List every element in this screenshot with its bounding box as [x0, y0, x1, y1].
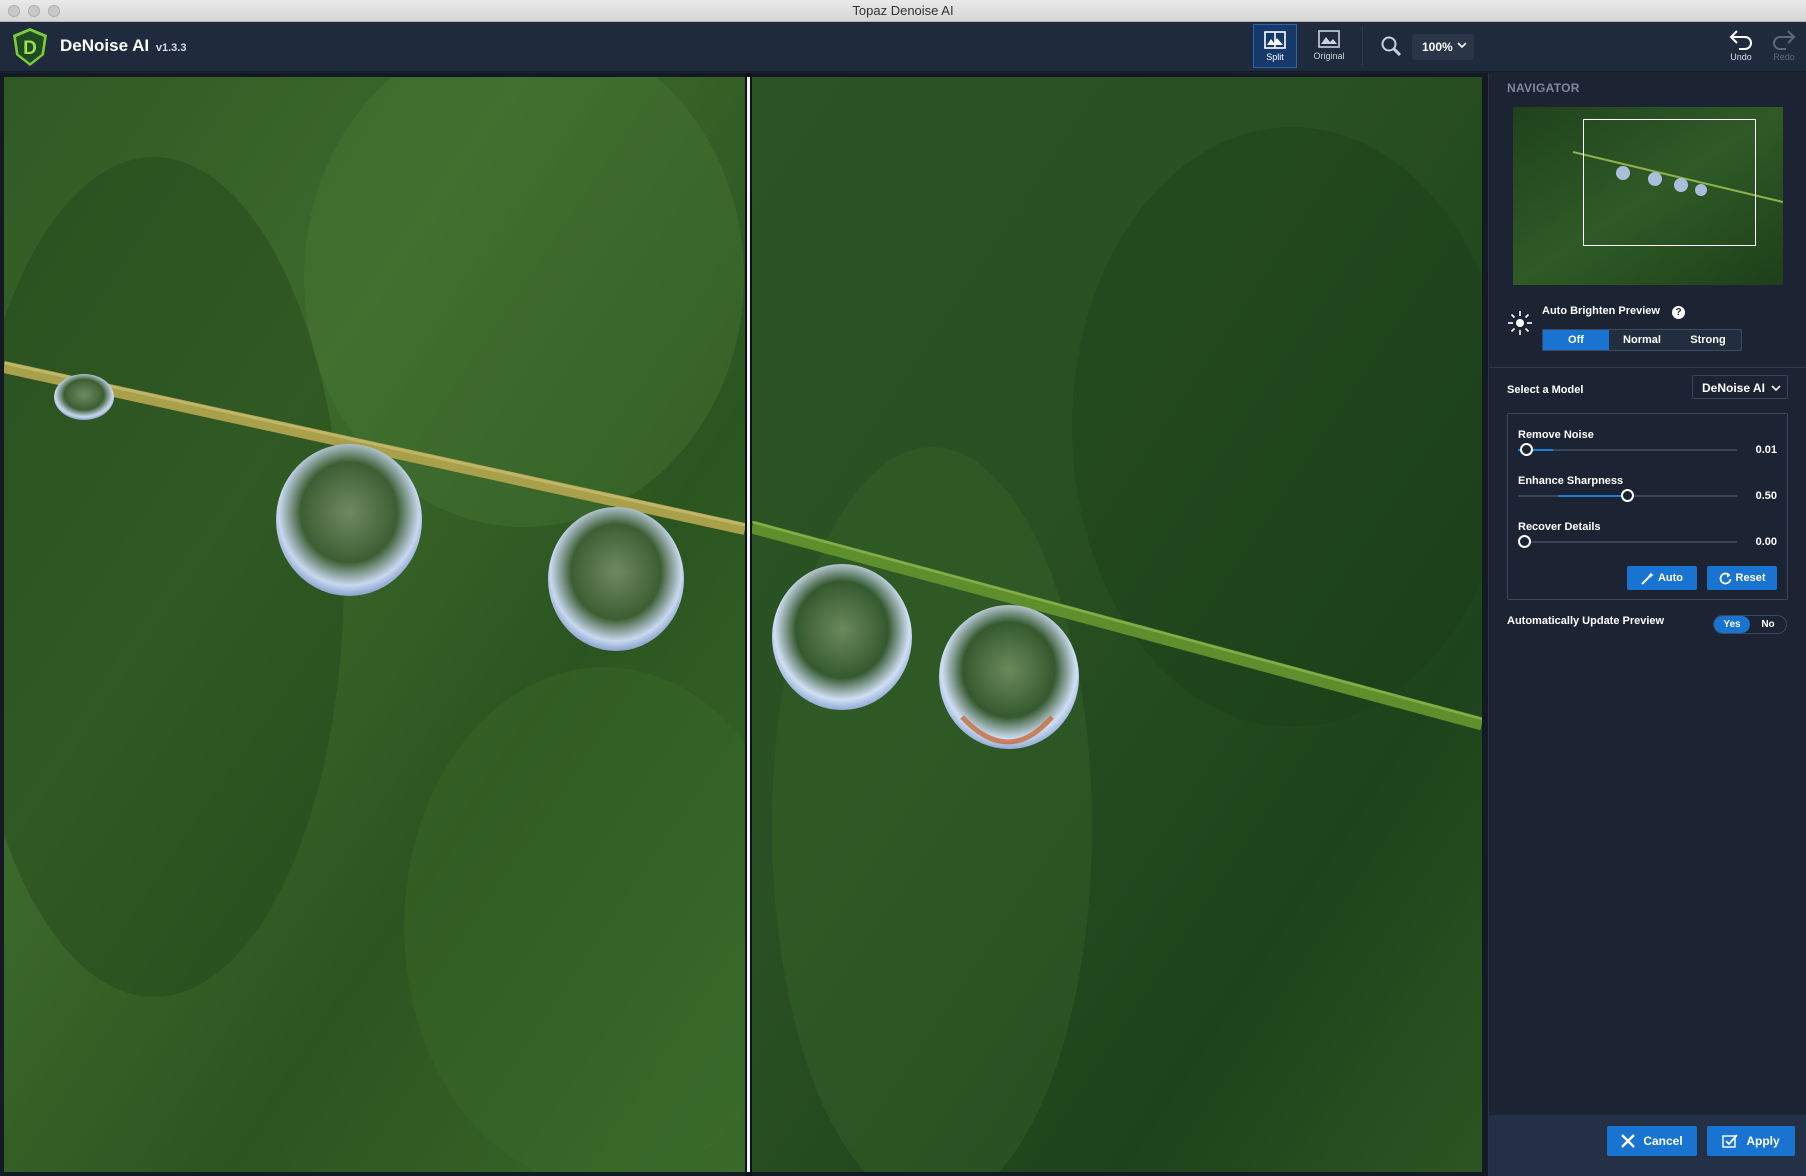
select-model-label: Select a Model [1507, 384, 1584, 396]
redo-label: Redo [1773, 52, 1795, 62]
auto-update-no-option[interactable]: No [1750, 616, 1786, 633]
undo-button[interactable]: Undo [1723, 26, 1759, 68]
split-divider-handle[interactable] [745, 73, 752, 1176]
app-title: DeNoise AI [60, 36, 150, 55]
svg-text:D: D [23, 38, 37, 59]
reset-icon [1719, 572, 1731, 584]
original-view-icon [1318, 30, 1340, 48]
auto-brighten-off-option[interactable]: Off [1543, 330, 1609, 350]
zoom-level-select[interactable]: 100% [1412, 34, 1474, 60]
auto-button[interactable]: Auto [1627, 566, 1697, 590]
reset-button-label: Reset [1735, 572, 1766, 584]
cancel-button[interactable]: Cancel [1607, 1126, 1697, 1156]
undo-icon [1729, 30, 1752, 50]
model-settings-box: Remove Noise 0.01 Enhance Sharpness 0.50… [1507, 413, 1788, 600]
enhance-sharpness-label: Enhance Sharpness [1518, 475, 1624, 487]
navigator-title: NAVIGATOR [1507, 81, 1580, 95]
split-view-label: Split [1266, 52, 1284, 62]
remove-noise-slider-thumb[interactable] [1520, 443, 1533, 456]
recover-details-slider-thumb[interactable] [1518, 535, 1531, 548]
undo-label: Undo [1730, 52, 1752, 62]
apply-button-label: Apply [1746, 1134, 1780, 1148]
zoom-level-value: 100% [1422, 40, 1453, 54]
cancel-button-label: Cancel [1643, 1134, 1683, 1148]
apply-icon [1722, 1134, 1739, 1148]
split-view-icon [1264, 31, 1286, 49]
navigator-viewport-rect[interactable] [1583, 119, 1756, 246]
denoise-logo-icon: D [13, 28, 47, 66]
enhance-sharpness-value: 0.50 [1755, 490, 1777, 502]
split-view-button[interactable]: Split [1253, 24, 1297, 68]
original-view-button[interactable]: Original [1307, 24, 1351, 68]
original-preview-pane[interactable] [4, 77, 745, 1172]
original-view-label: Original [1313, 51, 1345, 61]
image-canvas[interactable] [0, 73, 1488, 1176]
model-select-value: DeNoise AI [1702, 381, 1765, 395]
window-title: Topaz Denoise AI [852, 3, 954, 18]
apply-button[interactable]: Apply [1707, 1126, 1795, 1156]
enhance-sharpness-slider[interactable] [1518, 489, 1737, 502]
auto-button-label: Auto [1657, 572, 1684, 584]
brightness-icon [1508, 311, 1532, 335]
remove-noise-label: Remove Noise [1518, 429, 1594, 441]
auto-brighten-segmented-control: Off Normal Strong [1542, 329, 1742, 351]
processed-preview-pane[interactable] [752, 77, 1482, 1172]
recover-details-slider[interactable] [1518, 535, 1737, 548]
recover-details-label: Recover Details [1518, 521, 1601, 533]
zoom-icon[interactable] [1380, 35, 1402, 57]
auto-brighten-strong-option[interactable]: Strong [1675, 330, 1741, 350]
navigator-thumbnail[interactable] [1513, 107, 1783, 285]
reset-button[interactable]: Reset [1707, 566, 1777, 590]
window-titlebar: Topaz Denoise AI [0, 0, 1806, 22]
redo-icon [1773, 30, 1796, 50]
processed-photo [752, 77, 1482, 1172]
panel-divider [1489, 367, 1806, 368]
recover-details-value: 0.00 [1755, 536, 1777, 548]
redo-button[interactable]: Redo [1766, 26, 1802, 68]
close-icon [1621, 1134, 1636, 1148]
remove-noise-value: 0.01 [1755, 444, 1777, 456]
remove-noise-slider[interactable] [1518, 443, 1737, 456]
app-toolbar: D DeNoise AI v1.3.3 Split Original 100% [0, 22, 1806, 72]
auto-update-yes-option[interactable]: Yes [1714, 616, 1750, 633]
auto-brighten-normal-option[interactable]: Normal [1609, 330, 1675, 350]
original-photo [4, 77, 745, 1172]
chevron-down-icon [1771, 385, 1781, 392]
auto-update-preview-toggle: Yes No [1713, 615, 1787, 634]
settings-panel: NAVIGATOR Auto Brighten Preview ? Off No… [1488, 73, 1806, 1176]
magic-wand-icon [1641, 571, 1654, 585]
toolbar-divider [1362, 26, 1363, 66]
auto-update-preview-label: Automatically Update Preview [1507, 615, 1665, 627]
chevron-down-icon [1457, 42, 1467, 49]
app-name: DeNoise AI v1.3.3 [60, 36, 186, 56]
app-version: v1.3.3 [155, 42, 187, 54]
enhance-sharpness-slider-thumb[interactable] [1621, 489, 1634, 502]
panel-footer: Cancel Apply [1489, 1115, 1806, 1176]
model-select-dropdown[interactable]: DeNoise AI [1692, 375, 1788, 399]
enhance-sharpness-slider-fill [1558, 495, 1627, 497]
auto-brighten-label: Auto Brighten Preview [1542, 305, 1660, 317]
help-icon[interactable]: ? [1672, 306, 1685, 319]
